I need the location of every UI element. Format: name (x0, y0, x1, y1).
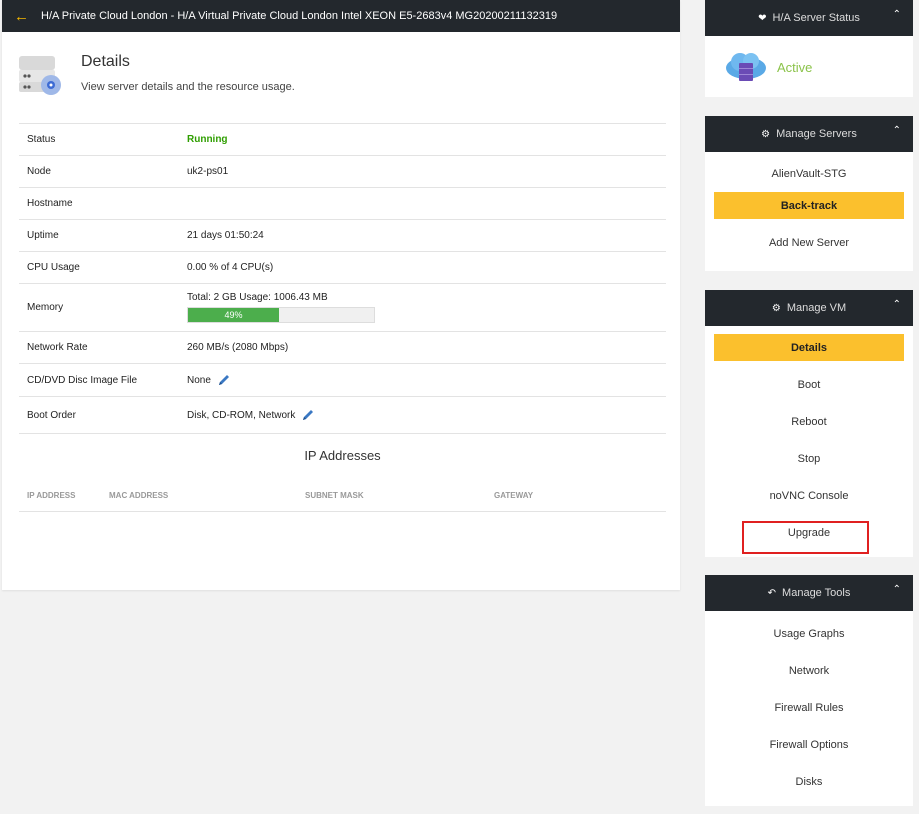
page-header: ← H/A Private Cloud London - H/A Virtual… (2, 0, 680, 32)
upgrade-highlight-box (742, 521, 869, 554)
manage-vm-header[interactable]: ⚙ Manage VM ⌃ (705, 290, 913, 326)
status-value: Running (187, 134, 228, 145)
table-row-cpu: CPU Usage 0.00 % of 4 CPU(s) (19, 252, 666, 284)
tool-firewall-rules[interactable]: Firewall Rules (705, 689, 913, 726)
ha-server-status-panel: ❤ H/A Server Status ⌃ Active (705, 0, 913, 97)
heartbeat-icon: ❤ (758, 12, 767, 24)
cpu-label: CPU Usage (27, 262, 80, 273)
cloud-server-icon (726, 53, 766, 81)
table-row-uptime: Uptime 21 days 01:50:24 (19, 220, 666, 252)
server-disk-icon (19, 56, 61, 95)
manage-servers-header[interactable]: ⚙ Manage Servers ⌃ (705, 116, 913, 152)
ip-addresses-title: IP Addresses (304, 448, 381, 463)
add-new-server-link[interactable]: Add New Server (705, 224, 913, 261)
uptime-label: Uptime (27, 230, 59, 241)
page-title: H/A Private Cloud London - H/A Virtual P… (41, 10, 558, 22)
server-details-card: ← H/A Private Cloud London - H/A Virtual… (2, 0, 680, 590)
manage-servers-panel: ⚙ Manage Servers ⌃ AlienVault-STG Back-t… (705, 116, 913, 271)
table-row-node: Node uk2-ps01 (19, 156, 666, 188)
pencil-icon[interactable] (301, 408, 315, 422)
ha-server-status-title: H/A Server Status (772, 12, 860, 24)
vm-menu-boot[interactable]: Boot (705, 366, 913, 403)
table-row-network: Network Rate 260 MB/s (2080 Mbps) (19, 332, 666, 364)
manage-vm-panel: ⚙ Manage VM ⌃ Details Boot Reboot Stop n… (705, 290, 913, 557)
boot-order-value: Disk, CD-ROM, Network (187, 409, 296, 421)
manage-servers-title: Manage Servers (776, 128, 857, 140)
server-item-alienvault-stg[interactable]: AlienVault-STG (705, 155, 913, 192)
table-row-hostname: Hostname (19, 188, 666, 220)
tool-firewall-options[interactable]: Firewall Options (705, 726, 913, 763)
arrow-left-icon[interactable]: ← (14, 9, 29, 24)
table-row-status: Status Running (19, 124, 666, 156)
server-item-back-track[interactable]: Back-track (714, 192, 904, 219)
mac-address-column-header: MAC ADDRESS (109, 491, 169, 500)
details-title: Details (81, 53, 130, 70)
node-value: uk2-ps01 (187, 166, 229, 177)
chevron-up-icon[interactable]: ⌃ (893, 584, 901, 595)
reply-arrow-icon: ↶ (767, 587, 777, 599)
manage-tools-title: Manage Tools (782, 587, 851, 599)
details-subtitle: View server details and the resource usa… (81, 81, 295, 93)
ha-status-value: Active (777, 59, 813, 75)
network-label: Network Rate (27, 342, 88, 353)
cpu-value: 0.00 % of 4 CPU(s) (187, 262, 274, 273)
vm-menu-details[interactable]: Details (714, 334, 904, 361)
ha-server-status-header[interactable]: ❤ H/A Server Status ⌃ (705, 0, 913, 36)
vm-menu-stop[interactable]: Stop (705, 440, 913, 477)
tool-usage-graphs[interactable]: Usage Graphs (705, 615, 913, 652)
network-value: 260 MB/s (2080 Mbps) (187, 342, 289, 353)
tool-network[interactable]: Network (705, 652, 913, 689)
memory-progress-fill: 49% (188, 308, 280, 322)
server-info-table: Status Running Node uk2-ps01 Hostname Up… (19, 123, 666, 434)
chevron-up-icon[interactable]: ⌃ (893, 299, 901, 310)
tool-disks[interactable]: Disks (705, 763, 913, 800)
boot-order-label: Boot Order (27, 409, 76, 421)
table-row-boot-order: Boot Order Disk, CD-ROM, Network (19, 397, 666, 434)
cd-label: CD/DVD Disc Image File (27, 374, 138, 386)
node-label: Node (27, 166, 51, 177)
chevron-up-icon[interactable]: ⌃ (893, 9, 901, 20)
vm-menu-reboot[interactable]: Reboot (705, 403, 913, 440)
manage-tools-header[interactable]: ↶ Manage Tools ⌃ (705, 575, 913, 611)
gear-icon: ⚙ (771, 302, 781, 314)
ip-address-column-header: IP ADDRESS (27, 491, 76, 500)
table-row-cd: CD/DVD Disc Image File None (19, 364, 666, 397)
pencil-icon[interactable] (217, 373, 231, 387)
subnet-mask-column-header: SUBNET MASK (305, 491, 364, 500)
hostname-label: Hostname (27, 198, 73, 209)
ha-status-body: Active (705, 36, 913, 98)
details-heading: Details View server details and the reso… (17, 52, 657, 102)
memory-value: Total: 2 GB Usage: 1006.43 MB (187, 292, 328, 303)
chevron-up-icon[interactable]: ⌃ (893, 125, 901, 136)
uptime-value: 21 days 01:50:24 (187, 230, 264, 241)
status-label: Status (27, 134, 56, 145)
manage-vm-title: Manage VM (786, 302, 847, 314)
gear-icon: ⚙ (761, 128, 771, 140)
ip-table-header: IP ADDRESS MAC ADDRESS SUBNET MASK GATEW… (19, 486, 666, 512)
cd-value: None (187, 374, 211, 386)
gateway-column-header: GATEWAY (494, 491, 534, 500)
memory-progress-bar: 49% (187, 307, 375, 323)
table-row-memory: Memory Total: 2 GB Usage: 1006.43 MB 49% (19, 284, 666, 332)
vm-menu-novnc-console[interactable]: noVNC Console (705, 477, 913, 514)
memory-label: Memory (27, 302, 64, 313)
manage-tools-panel: ↶ Manage Tools ⌃ Usage Graphs Network Fi… (705, 575, 913, 806)
